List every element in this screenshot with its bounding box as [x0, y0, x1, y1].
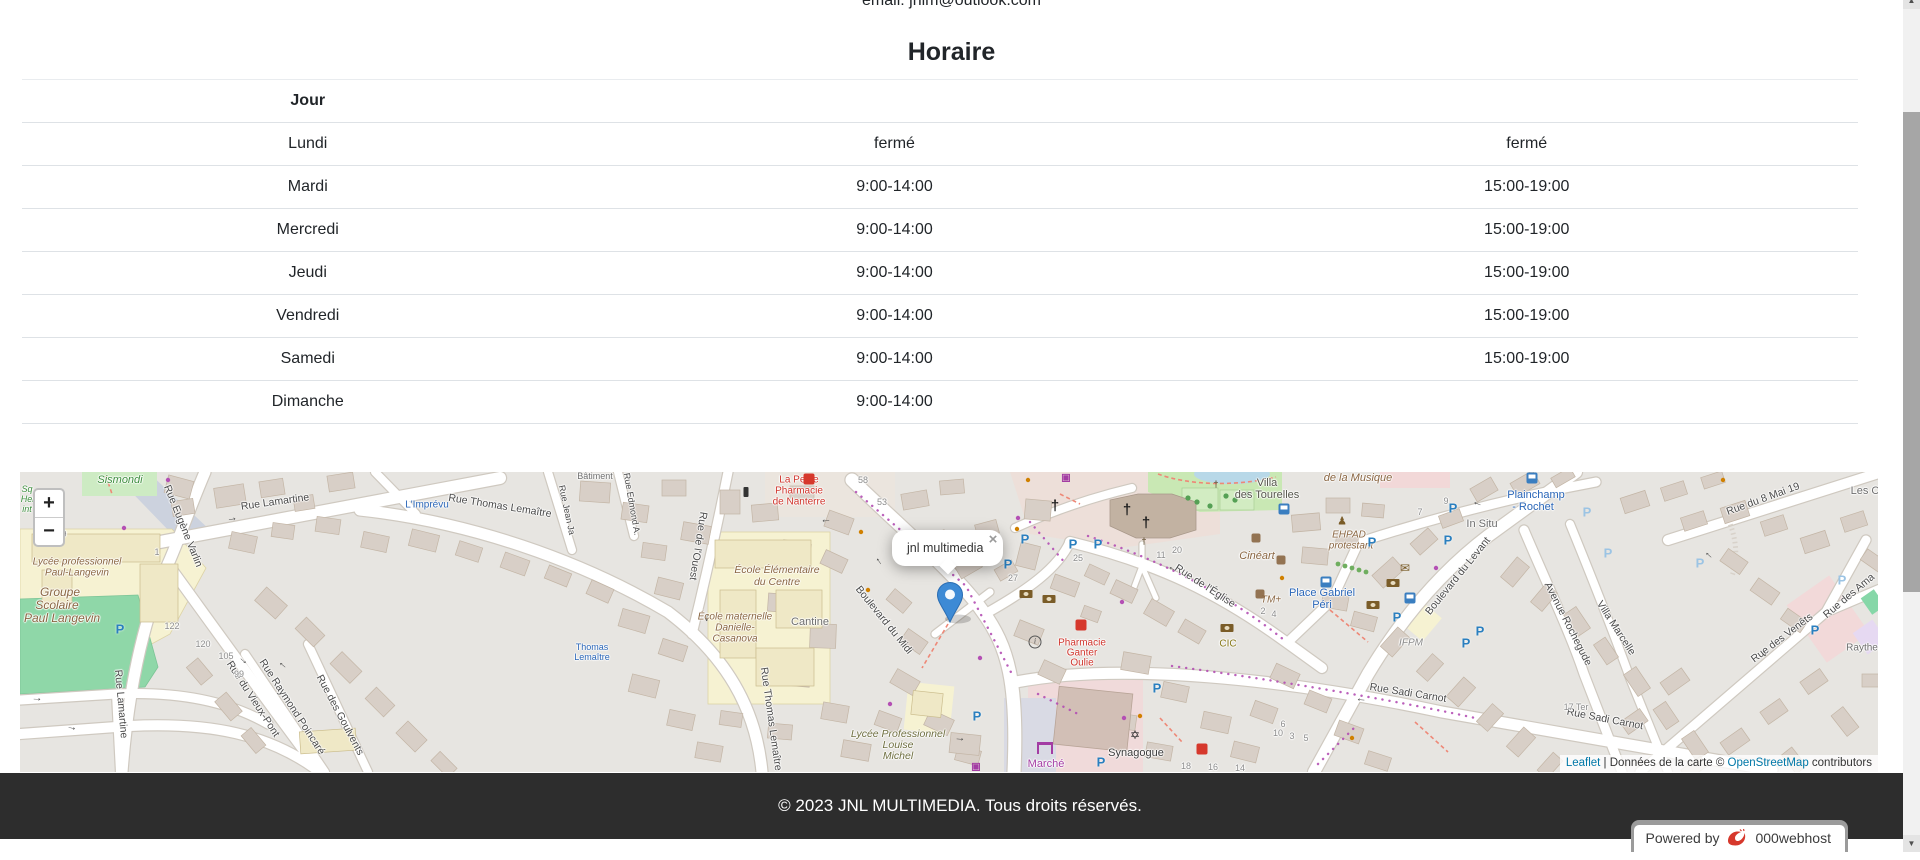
powered-by-brand: 000webhost — [1755, 830, 1831, 846]
scroll-up-button[interactable]: ▲ — [1903, 0, 1920, 9]
map-zoom-control: + − — [33, 488, 65, 547]
popup-label: jnl multimedia — [907, 541, 983, 555]
hours-cell: 15:00-19:00 — [1196, 338, 1859, 381]
table-row: Lundiferméfermé — [22, 123, 1858, 166]
attribution-text: | Données de la carte © — [1600, 757, 1727, 769]
day-cell: Samedi — [22, 338, 594, 381]
day-cell: Dimanche — [22, 381, 594, 424]
hours-cell: 9:00-14:00 — [594, 166, 1196, 209]
table-row: Dimanche9:00-14:00 — [22, 381, 1858, 424]
map-marker[interactable] — [937, 582, 963, 623]
col-header-morning — [594, 80, 1196, 123]
day-cell: Mardi — [22, 166, 594, 209]
000webhost-logo-icon — [1726, 828, 1748, 848]
hours-cell: 9:00-14:00 — [594, 295, 1196, 338]
hours-cell: 15:00-19:00 — [1196, 252, 1859, 295]
table-row: Jeudi9:00-14:0015:00-19:00 — [22, 252, 1858, 295]
table-row: Vendredi9:00-14:0015:00-19:00 — [22, 295, 1858, 338]
attribution-suffix: contributors — [1809, 757, 1872, 769]
hours-cell: 15:00-19:00 — [1196, 209, 1859, 252]
table-row: Mardi9:00-14:0015:00-19:00 — [22, 166, 1858, 209]
hours-cell: 9:00-14:00 — [594, 252, 1196, 295]
day-cell: Jeudi — [22, 252, 594, 295]
schedule-table: Jour LundiferméferméMardi9:00-14:0015:00… — [22, 79, 1858, 424]
hours-cell: 15:00-19:00 — [1196, 295, 1859, 338]
scrollbar-thumb[interactable] — [1903, 112, 1920, 592]
powered-by-text: Powered by — [1646, 830, 1720, 846]
zoom-out-button[interactable]: − — [35, 518, 63, 545]
day-cell: Lundi — [22, 123, 594, 166]
hours-cell: 9:00-14:00 — [594, 381, 1196, 424]
popup-close-icon[interactable]: × — [989, 532, 998, 547]
leaflet-link[interactable]: Leaflet — [1566, 757, 1601, 769]
page-title: Horaire — [0, 38, 1903, 67]
vertical-scrollbar[interactable]: ▲ ▼ — [1903, 0, 1920, 852]
hours-cell — [1196, 381, 1859, 424]
email-line: email: jnlm@outlook.com — [0, 0, 1903, 10]
hours-cell: 15:00-19:00 — [1196, 166, 1859, 209]
page-content: email: jnlm@outlook.com Horaire Jour Lun… — [0, 0, 1903, 772]
map-attribution: Leaflet | Données de la carte © OpenStre… — [1560, 755, 1878, 772]
leaflet-map[interactable]: Rue LamartineRue Eugène VarlinRue Lamart… — [20, 472, 1878, 772]
col-header-afternoon — [1196, 80, 1859, 123]
hours-cell: fermé — [1196, 123, 1859, 166]
powered-by-badge[interactable]: Powered by 000webhost — [1631, 820, 1848, 852]
map-popup: jnl multimedia × — [892, 530, 1003, 566]
osm-link[interactable]: OpenStreetMap — [1728, 757, 1809, 769]
zoom-in-button[interactable]: + — [35, 490, 63, 518]
hours-cell: 9:00-14:00 — [594, 338, 1196, 381]
table-row: Mercredi9:00-14:0015:00-19:00 — [22, 209, 1858, 252]
scroll-down-button[interactable]: ▼ — [1903, 835, 1920, 852]
table-row: Samedi9:00-14:0015:00-19:00 — [22, 338, 1858, 381]
day-cell: Vendredi — [22, 295, 594, 338]
hours-cell: 9:00-14:00 — [594, 209, 1196, 252]
table-header-row: Jour — [22, 80, 1858, 123]
hours-cell: fermé — [594, 123, 1196, 166]
day-cell: Mercredi — [22, 209, 594, 252]
col-header-jour: Jour — [22, 80, 594, 123]
footer-copyright: © 2023 JNL MULTIMEDIA. Tous droits réser… — [778, 796, 1142, 816]
